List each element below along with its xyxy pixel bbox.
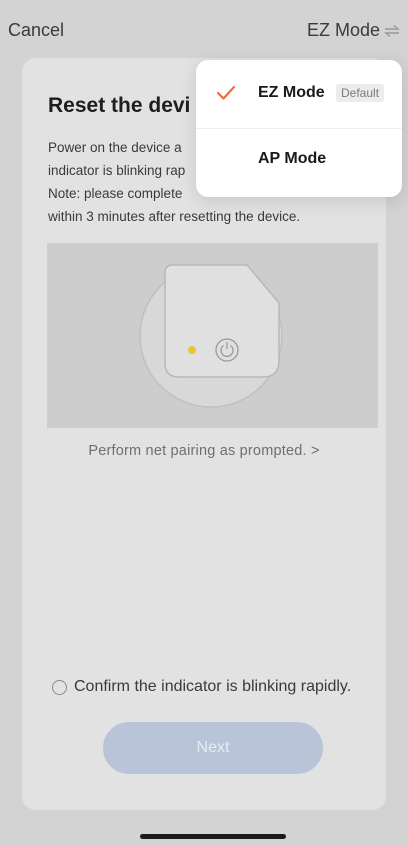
swap-arrows-icon <box>384 24 400 37</box>
top-bar: Cancel EZ Mode <box>0 0 408 60</box>
check-icon <box>216 85 236 100</box>
home-indicator <box>140 834 286 839</box>
menu-item-label: AP Mode <box>258 150 327 167</box>
instruction-line: within 3 minutes after resetting the dev… <box>48 209 301 224</box>
page-title: Reset the devi <box>48 94 191 117</box>
confirm-checkbox[interactable]: Confirm the indicator is blinking rapidl… <box>52 678 351 696</box>
menu-item-ez-mode[interactable]: EZ Mode Default <box>196 60 402 129</box>
menu-item-label: EZ Mode <box>258 84 325 101</box>
cancel-button[interactable]: Cancel <box>8 20 64 41</box>
default-badge: Default <box>336 84 385 102</box>
mode-switch-label: EZ Mode <box>306 20 380 40</box>
device-illustration <box>47 243 378 428</box>
radio-icon[interactable] <box>52 679 67 695</box>
next-button[interactable]: Next <box>103 722 323 774</box>
net-pairing-link[interactable]: Perform net pairing as prompted. > <box>22 443 386 459</box>
mode-dropdown: EZ Mode Default AP Mode <box>196 60 402 197</box>
indicator-led <box>188 346 196 354</box>
menu-item-ap-mode[interactable]: AP Mode <box>196 128 402 196</box>
confirm-label: Confirm the indicator is blinking rapidl… <box>74 678 352 695</box>
mode-switch-button[interactable]: EZ Mode <box>307 20 400 41</box>
